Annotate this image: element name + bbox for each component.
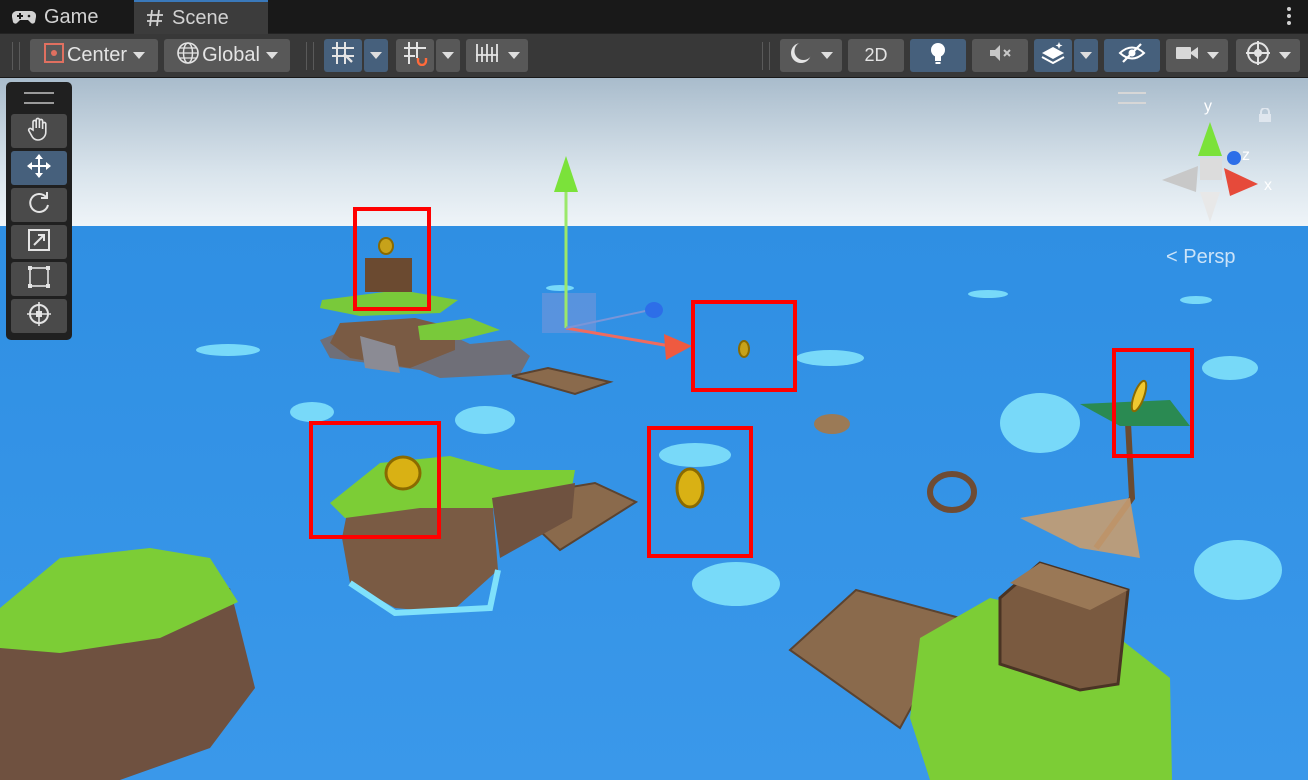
- toolbar-grip[interactable]: [762, 42, 770, 70]
- chevron-down-icon: [370, 52, 382, 59]
- toggle-2d-label: 2D: [864, 45, 888, 65]
- snap-settings-dropdown[interactable]: [436, 39, 460, 72]
- z-axis-label: z: [1242, 147, 1250, 164]
- space-label: Global: [202, 44, 260, 66]
- shaded-sphere-icon: [789, 41, 813, 71]
- light-bulb-icon: [927, 41, 949, 71]
- gizmo-menu-icon[interactable]: [1118, 92, 1146, 104]
- projection-toggle[interactable]: < Persp: [1166, 246, 1235, 269]
- tab-game-label: Game: [44, 5, 99, 28]
- camera-settings-dropdown[interactable]: [1166, 39, 1228, 72]
- effects-toggle[interactable]: [1034, 39, 1072, 72]
- chevron-down-icon: [1207, 52, 1219, 59]
- globe-icon: [176, 41, 200, 71]
- scene-toolbar: Center Global 2D: [0, 34, 1308, 78]
- grid-settings-dropdown[interactable]: [364, 39, 388, 72]
- increment-snap-icon: [474, 41, 500, 71]
- increment-snap-dropdown[interactable]: [466, 39, 528, 72]
- more-options-icon[interactable]: [1286, 7, 1292, 27]
- snap-magnet-icon: [402, 40, 428, 72]
- chevron-down-icon: [821, 52, 833, 59]
- grid-visibility-toggle[interactable]: [324, 39, 362, 72]
- move-tool-button[interactable]: [11, 151, 67, 185]
- eye-slash-icon: [1118, 42, 1146, 70]
- transform-tool-button[interactable]: [11, 299, 67, 333]
- lock-icon[interactable]: [1258, 107, 1272, 122]
- hash-icon: [146, 9, 164, 27]
- chevron-down-icon: [1279, 52, 1291, 59]
- layers-effects-icon: [1040, 41, 1066, 71]
- scene-visibility-toggle[interactable]: [1104, 39, 1160, 72]
- tab-scene-label: Scene: [172, 6, 229, 29]
- effects-dropdown[interactable]: [1074, 39, 1098, 72]
- coin-highlight-box: [1112, 348, 1194, 458]
- transform-icon: [26, 301, 52, 332]
- chevron-down-icon: [265, 52, 278, 59]
- y-axis-cone[interactable]: [1198, 122, 1222, 156]
- tab-game[interactable]: Game: [0, 0, 132, 34]
- toolbar-grip[interactable]: [12, 42, 20, 70]
- pivot-dropdown[interactable]: Center: [30, 39, 158, 72]
- tools-overlay: [6, 82, 72, 340]
- gizmos-dropdown[interactable]: [1236, 39, 1300, 72]
- tab-scene[interactable]: Scene: [134, 0, 268, 34]
- rotate-icon: [26, 190, 52, 221]
- y-axis-label: y: [1204, 98, 1212, 115]
- pivot-label: Center: [66, 44, 128, 66]
- coin-highlight-box: [353, 207, 431, 311]
- toolbar-grip[interactable]: [306, 42, 314, 70]
- draw-mode-dropdown[interactable]: [780, 39, 842, 72]
- rect-tool-button[interactable]: [11, 262, 67, 296]
- lighting-toggle[interactable]: [910, 39, 966, 72]
- x-axis-label: x: [1264, 177, 1272, 194]
- space-dropdown[interactable]: Global: [164, 39, 290, 72]
- chevron-down-icon: [442, 52, 454, 59]
- move-arrows-icon: [25, 152, 53, 185]
- scale-icon: [26, 227, 52, 258]
- hand-icon: [26, 116, 52, 147]
- chevron-down-icon: [1080, 52, 1092, 59]
- coin-highlight-box: [647, 426, 753, 558]
- grid-snapping-toggle[interactable]: [396, 39, 434, 72]
- scale-tool-button[interactable]: [11, 225, 67, 259]
- grid-snap-icon: [330, 40, 356, 72]
- scene-viewport[interactable]: [0, 78, 1308, 780]
- camera-icon: [1175, 44, 1199, 68]
- chevron-down-icon: [508, 52, 520, 59]
- tab-bar: Game Scene: [0, 0, 1308, 34]
- gizmo-sphere-icon: [1245, 40, 1271, 72]
- gamepad-icon: [12, 9, 36, 25]
- toggle-2d-button[interactable]: 2D: [848, 39, 904, 72]
- rotate-tool-button[interactable]: [11, 188, 67, 222]
- coin-highlight-box: [309, 421, 441, 539]
- overlay-drag-handle[interactable]: [24, 92, 54, 104]
- z-axis-cone[interactable]: [1227, 151, 1241, 165]
- audio-toggle[interactable]: [972, 39, 1028, 72]
- x-axis-cone[interactable]: [1224, 168, 1258, 196]
- pivot-icon: [43, 42, 65, 70]
- rect-transform-icon: [26, 264, 52, 295]
- hand-tool-button[interactable]: [11, 114, 67, 148]
- speaker-muted-icon: [987, 42, 1013, 70]
- chevron-down-icon: [133, 52, 146, 59]
- coin-highlight-box: [691, 300, 797, 392]
